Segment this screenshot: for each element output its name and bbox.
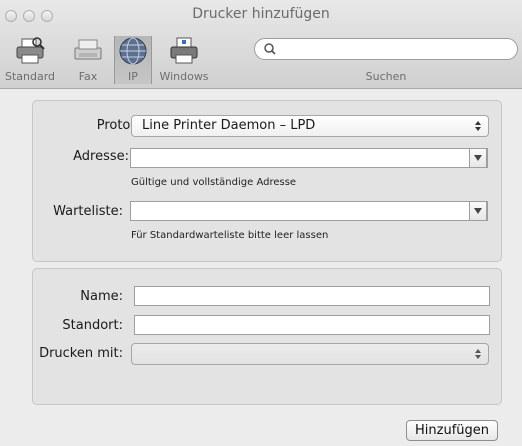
chevron-down-icon xyxy=(474,208,482,214)
search-icon xyxy=(264,43,276,55)
printer-info-group: Name: Standort: Drucken mit: xyxy=(32,268,502,405)
driver-label: Drucken mit: xyxy=(39,346,123,361)
toolbar-item-ip[interactable]: IP xyxy=(114,36,152,84)
address-label: Adresse: xyxy=(73,149,129,164)
toolbar-item-label: IP xyxy=(128,70,138,83)
queue-dropdown-button[interactable] xyxy=(469,201,487,221)
name-field[interactable] xyxy=(134,286,490,306)
window-title: Drucker hinzufügen xyxy=(192,6,330,22)
toolbar-item-label: Windows xyxy=(159,70,209,83)
toolbar-item-windows[interactable]: Windows xyxy=(156,36,212,84)
queue-label: Warteliste: xyxy=(53,204,123,219)
toolbar-item-standard[interactable]: Standard xyxy=(0,36,60,84)
name-label: Name: xyxy=(80,289,123,304)
add-printer-window: Drucker hinzufügen Standard Fax IP Windo… xyxy=(0,0,522,446)
protocol-popup[interactable]: Line Printer Daemon – LPD xyxy=(131,115,489,137)
add-button[interactable]: Hinzufügen xyxy=(406,420,498,441)
address-dropdown-button[interactable] xyxy=(469,148,487,168)
toolbar: Drucker hinzufügen Standard Fax IP Windo… xyxy=(0,0,522,89)
protocol-value: Line Printer Daemon – LPD xyxy=(142,118,316,133)
default-printer-icon xyxy=(16,37,45,64)
location-field[interactable] xyxy=(134,315,490,335)
toolbar-item-label: Standard xyxy=(4,70,56,83)
ip-settings-group: Protokoll: Line Printer Daemon – LPD Adr… xyxy=(32,100,502,262)
chevron-down-icon xyxy=(474,155,482,161)
search-field[interactable] xyxy=(254,38,518,60)
popup-arrows-icon xyxy=(475,121,481,131)
popup-arrows-icon xyxy=(475,349,481,359)
toolbar-item-fax[interactable]: Fax xyxy=(66,36,110,84)
driver-popup[interactable] xyxy=(131,343,489,365)
toolbar-item-label: Fax xyxy=(78,70,98,83)
queue-combobox[interactable] xyxy=(130,201,488,221)
address-combobox[interactable] xyxy=(130,148,488,168)
address-hint: Gültige und vollständige Adresse xyxy=(131,177,297,188)
globe-icon xyxy=(119,37,147,65)
search-label: Suchen xyxy=(365,70,407,83)
fax-icon xyxy=(74,39,102,60)
location-label: Standort: xyxy=(62,318,123,333)
windows-printer-icon xyxy=(170,37,198,64)
queue-hint: Für Standardwarteliste bitte leer lassen xyxy=(131,230,329,241)
